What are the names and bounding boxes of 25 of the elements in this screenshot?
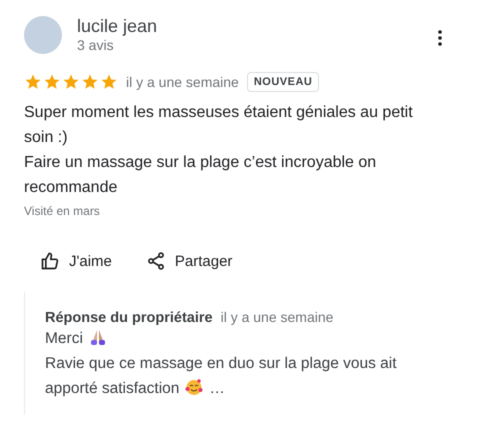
smiling-face-icon: [185, 378, 204, 396]
review-text: Faire un massage sur la plage c’est incroyable on recommande: [24, 153, 378, 198]
reply-text: …: [209, 380, 225, 397]
star-icon: [81, 73, 99, 91]
star-icon: [62, 73, 80, 91]
star-icon: [100, 73, 118, 91]
new-badge: NOUVEAU: [246, 72, 320, 92]
praying-hands-icon: [88, 328, 107, 346]
reply-text: Merci: [45, 330, 83, 347]
reply-date: il y a une semaine: [220, 309, 334, 325]
review-date: il y a une semaine: [126, 74, 239, 90]
thumbs-up-icon: [40, 251, 60, 271]
share-button[interactable]: Partager: [144, 249, 234, 273]
reviewer-name: lucile jean: [77, 15, 158, 37]
like-button[interactable]: J'aime: [38, 249, 114, 273]
review-text: Super moment les masseuses étaient géniales au petit soin :): [24, 103, 414, 148]
more-vertical-icon: [438, 30, 442, 46]
review-count: 3 avis: [77, 37, 115, 54]
share-icon: [146, 251, 166, 271]
reply-text: apporté satisfaction: [45, 380, 180, 397]
visit-date: Visité en mars: [24, 204, 101, 218]
star-icon: [43, 73, 61, 91]
star-icon: [24, 73, 42, 91]
reply-text: Ravie que ce massage en duo sur la plage vous ait: [45, 355, 397, 372]
reply-title: Réponse du propriétaire: [45, 310, 213, 326]
